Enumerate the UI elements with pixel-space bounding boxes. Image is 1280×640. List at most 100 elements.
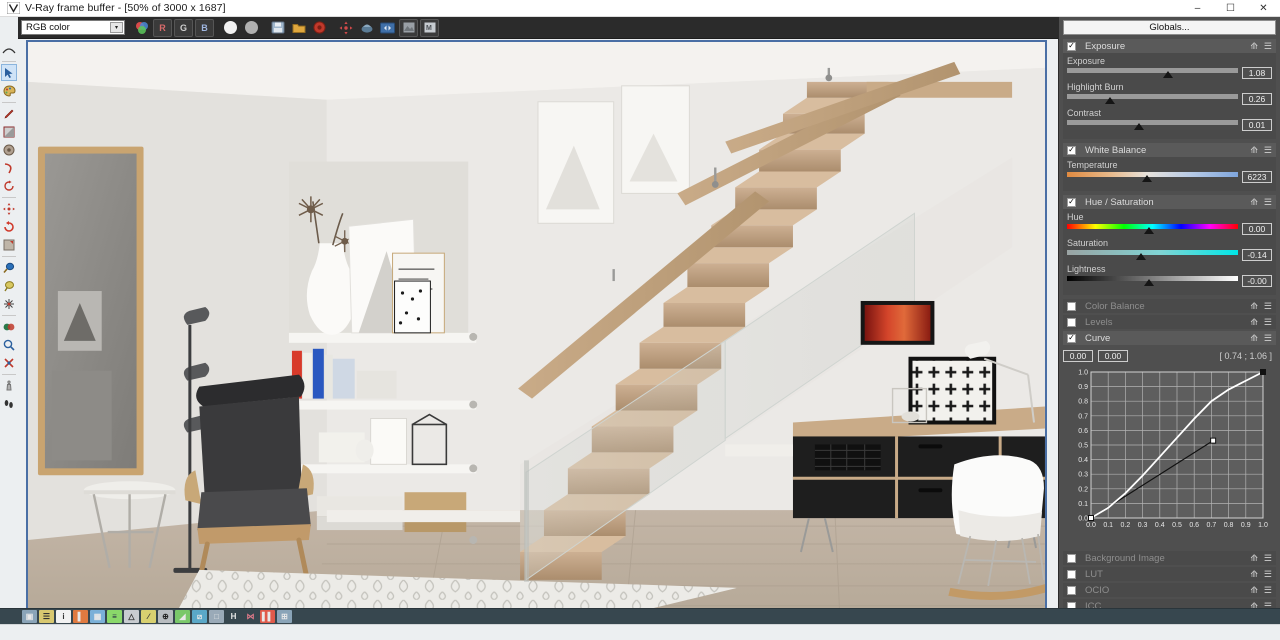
- slider-thumb-hue[interactable]: [1144, 227, 1154, 234]
- tool-move[interactable]: [1, 200, 17, 217]
- lut-checkbox[interactable]: [1067, 570, 1076, 579]
- status-target-button[interactable]: ⊕: [158, 610, 173, 623]
- globals-button[interactable]: Globals...: [1063, 20, 1276, 35]
- tool-curve-handle[interactable]: [1, 41, 17, 58]
- group-header-white-balance[interactable]: ✓ White Balance ⟰ ☰: [1063, 143, 1276, 157]
- tool-lasso[interactable]: [1, 277, 17, 294]
- close-button[interactable]: ✕: [1247, 0, 1280, 17]
- tool-arc[interactable]: [1, 159, 17, 176]
- status-image-button[interactable]: ▣: [22, 610, 37, 623]
- slider-thumb-contrast[interactable]: [1134, 123, 1144, 130]
- status-colorbars-button[interactable]: ▌: [73, 610, 88, 623]
- mid-handle[interactable]: [1211, 438, 1216, 443]
- tool-refresh[interactable]: [1, 218, 17, 235]
- levels-checkbox[interactable]: [1067, 318, 1076, 327]
- render-region-button[interactable]: [357, 19, 376, 37]
- tool-circle[interactable]: [1, 141, 17, 158]
- compare-b-button[interactable]: M: [420, 19, 439, 37]
- collapse-icon[interactable]: ⟰: [1250, 334, 1258, 343]
- curve-editor[interactable]: 0.00.10.20.30.40.50.60.70.80.91.00.00.10…: [1065, 366, 1276, 547]
- slider-track-saturation[interactable]: [1067, 250, 1238, 255]
- menu-icon[interactable]: ☰: [1264, 334, 1272, 343]
- slider-track-highlight-burn[interactable]: [1067, 94, 1238, 99]
- chevron-down-icon[interactable]: ▾: [110, 22, 123, 33]
- status-frame-button[interactable]: □: [209, 610, 224, 623]
- slider-track-lightness[interactable]: [1067, 276, 1238, 281]
- collapse-icon[interactable]: ⟰: [1250, 554, 1258, 563]
- slider-value-temperature[interactable]: 6223: [1242, 171, 1272, 183]
- curve-input-x[interactable]: 0.00: [1063, 350, 1093, 362]
- status-gradient-button[interactable]: ◢: [175, 610, 190, 623]
- menu-icon[interactable]: ☰: [1264, 146, 1272, 155]
- load-image-button[interactable]: [289, 19, 308, 37]
- compare-a-button[interactable]: [399, 19, 418, 37]
- status-region-button[interactable]: ⊞: [277, 610, 292, 623]
- slider-track-temperature[interactable]: [1067, 172, 1238, 177]
- tool-zoom[interactable]: [1, 336, 17, 353]
- slider-track-contrast[interactable]: [1067, 120, 1238, 125]
- tool-select-arrow[interactable]: [1, 64, 17, 81]
- tool-pin[interactable]: [1, 377, 17, 394]
- group-header-background-image[interactable]: Background Image ⟰ ☰: [1063, 551, 1276, 565]
- exposure-checkbox[interactable]: ✓: [1067, 42, 1076, 51]
- slider-value-contrast[interactable]: 0.01: [1242, 119, 1272, 131]
- alpha-grey-button[interactable]: [242, 19, 261, 37]
- status-curve-button[interactable]: ∕: [141, 610, 156, 623]
- menu-icon[interactable]: ☰: [1264, 554, 1272, 563]
- render-canvas[interactable]: [26, 40, 1047, 615]
- tool-sparkle[interactable]: [1, 295, 17, 312]
- tool-compare[interactable]: [1, 318, 17, 335]
- tool-gradient[interactable]: [1, 123, 17, 140]
- slider-value-highlight-burn[interactable]: 0.26: [1242, 93, 1272, 105]
- color-balance-checkbox[interactable]: [1067, 302, 1076, 311]
- tool-pencil[interactable]: [1, 105, 17, 122]
- collapse-icon[interactable]: ⟰: [1250, 146, 1258, 155]
- tool-color-palette[interactable]: [1, 82, 17, 99]
- status-histogram-button[interactable]: △: [124, 610, 139, 623]
- pan-tool-button[interactable]: [336, 19, 355, 37]
- menu-icon[interactable]: ☰: [1264, 42, 1272, 51]
- background-image-checkbox[interactable]: [1067, 554, 1076, 563]
- curve-graph[interactable]: 0.00.10.20.30.40.50.60.70.80.91.00.00.10…: [1065, 366, 1273, 544]
- group-header-hue-saturation[interactable]: ✓ Hue / Saturation ⟰ ☰: [1063, 195, 1276, 209]
- collapse-icon[interactable]: ⟰: [1250, 318, 1258, 327]
- minimize-button[interactable]: –: [1181, 0, 1214, 17]
- end-handle[interactable]: [1261, 370, 1266, 375]
- slider-value-lightness[interactable]: -0.00: [1242, 275, 1272, 287]
- white-balance-checkbox[interactable]: ✓: [1067, 146, 1076, 155]
- group-header-ocio[interactable]: OCIO ⟰ ☰: [1063, 583, 1276, 597]
- group-header-color-balance[interactable]: Color Balance ⟰ ☰: [1063, 299, 1276, 313]
- tool-footprints[interactable]: [1, 395, 17, 412]
- stereo-view-button[interactable]: [378, 19, 397, 37]
- slider-value-saturation[interactable]: -0.14: [1242, 249, 1272, 261]
- slider-thumb-saturation[interactable]: [1136, 253, 1146, 260]
- slider-thumb-lightness[interactable]: [1144, 279, 1154, 286]
- slider-thumb-temperature[interactable]: [1142, 175, 1152, 182]
- slider-value-exposure[interactable]: 1.08: [1242, 67, 1272, 79]
- green-channel-button[interactable]: G: [174, 19, 193, 37]
- tool-rotate[interactable]: [1, 177, 17, 194]
- status-info-button[interactable]: i: [56, 610, 71, 623]
- ocio-checkbox[interactable]: [1067, 586, 1076, 595]
- collapse-icon[interactable]: ⟰: [1250, 42, 1258, 51]
- curve-input-y[interactable]: 0.00: [1098, 350, 1128, 362]
- status-layers-button[interactable]: ☰: [39, 610, 54, 623]
- group-header-curve[interactable]: ✓ Curve ⟰ ☰: [1063, 331, 1276, 345]
- status-stereo-button[interactable]: ▌▌: [260, 610, 275, 623]
- tool-scatter[interactable]: [1, 354, 17, 371]
- menu-icon[interactable]: ☰: [1264, 318, 1272, 327]
- tool-magnifier-yellow[interactable]: [1, 259, 17, 276]
- status-h-button[interactable]: H: [226, 610, 241, 623]
- curve-checkbox[interactable]: ✓: [1067, 334, 1076, 343]
- status-palette-button[interactable]: ▦: [90, 610, 105, 623]
- save-image-button[interactable]: [268, 19, 287, 37]
- group-header-levels[interactable]: Levels ⟰ ☰: [1063, 315, 1276, 329]
- rgb-channels-icon[interactable]: [132, 19, 151, 37]
- collapse-icon[interactable]: ⟰: [1250, 586, 1258, 595]
- tool-region-render[interactable]: [1, 236, 17, 253]
- blue-channel-button[interactable]: B: [195, 19, 214, 37]
- group-header-lut[interactable]: LUT ⟰ ☰: [1063, 567, 1276, 581]
- alpha-white-button[interactable]: [221, 19, 240, 37]
- slider-thumb-exposure[interactable]: [1163, 71, 1173, 78]
- menu-icon[interactable]: ☰: [1264, 198, 1272, 207]
